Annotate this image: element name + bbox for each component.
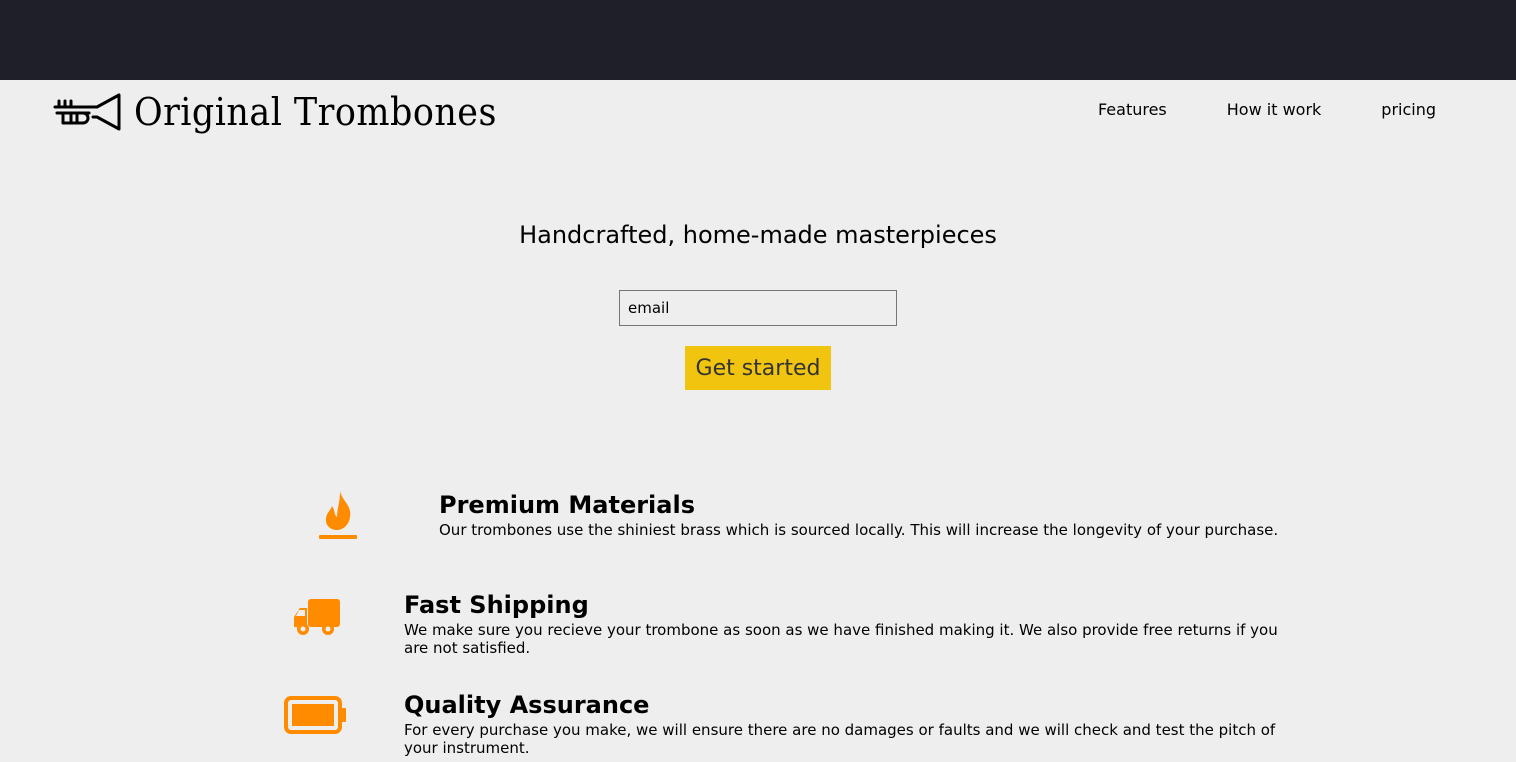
feature-quality-assurance: Quality Assurance For every purchase you… (404, 691, 1304, 757)
top-bar (0, 0, 1516, 80)
nav-how-it-work[interactable]: How it work (1227, 100, 1322, 119)
battery-icon (284, 696, 346, 734)
fire-icon (319, 491, 357, 539)
main-nav: Features How it work pricing (1098, 100, 1436, 119)
nav-features[interactable]: Features (1098, 100, 1167, 119)
feature-title: Premium Materials (439, 491, 695, 519)
get-started-button[interactable]: Get started (685, 346, 831, 390)
feature-text: We make sure you recieve your trombone a… (404, 621, 1278, 657)
truck-icon (294, 599, 340, 635)
feature-title: Quality Assurance (404, 691, 650, 719)
nav-pricing[interactable]: pricing (1381, 100, 1436, 119)
email-input[interactable] (619, 290, 897, 326)
hero-title: Handcrafted, home-made masterpieces (519, 221, 997, 249)
feature-fast-shipping: Fast Shipping We make sure you recieve y… (404, 591, 1304, 657)
hero: Handcrafted, home-made masterpieces (0, 220, 1516, 250)
header: Original Trombones Features How it work … (0, 80, 1516, 150)
trumpet-icon (53, 93, 121, 131)
feature-text: Our trombones use the shiniest brass whi… (439, 521, 1279, 539)
feature-text: For every purchase you make, we will ens… (404, 721, 1276, 757)
feature-premium-materials: Premium Materials Our trombones use the … (439, 491, 1339, 539)
logo[interactable]: Original Trombones (53, 90, 528, 134)
feature-title: Fast Shipping (404, 591, 589, 619)
brand-name: Original Trombones (134, 90, 497, 134)
